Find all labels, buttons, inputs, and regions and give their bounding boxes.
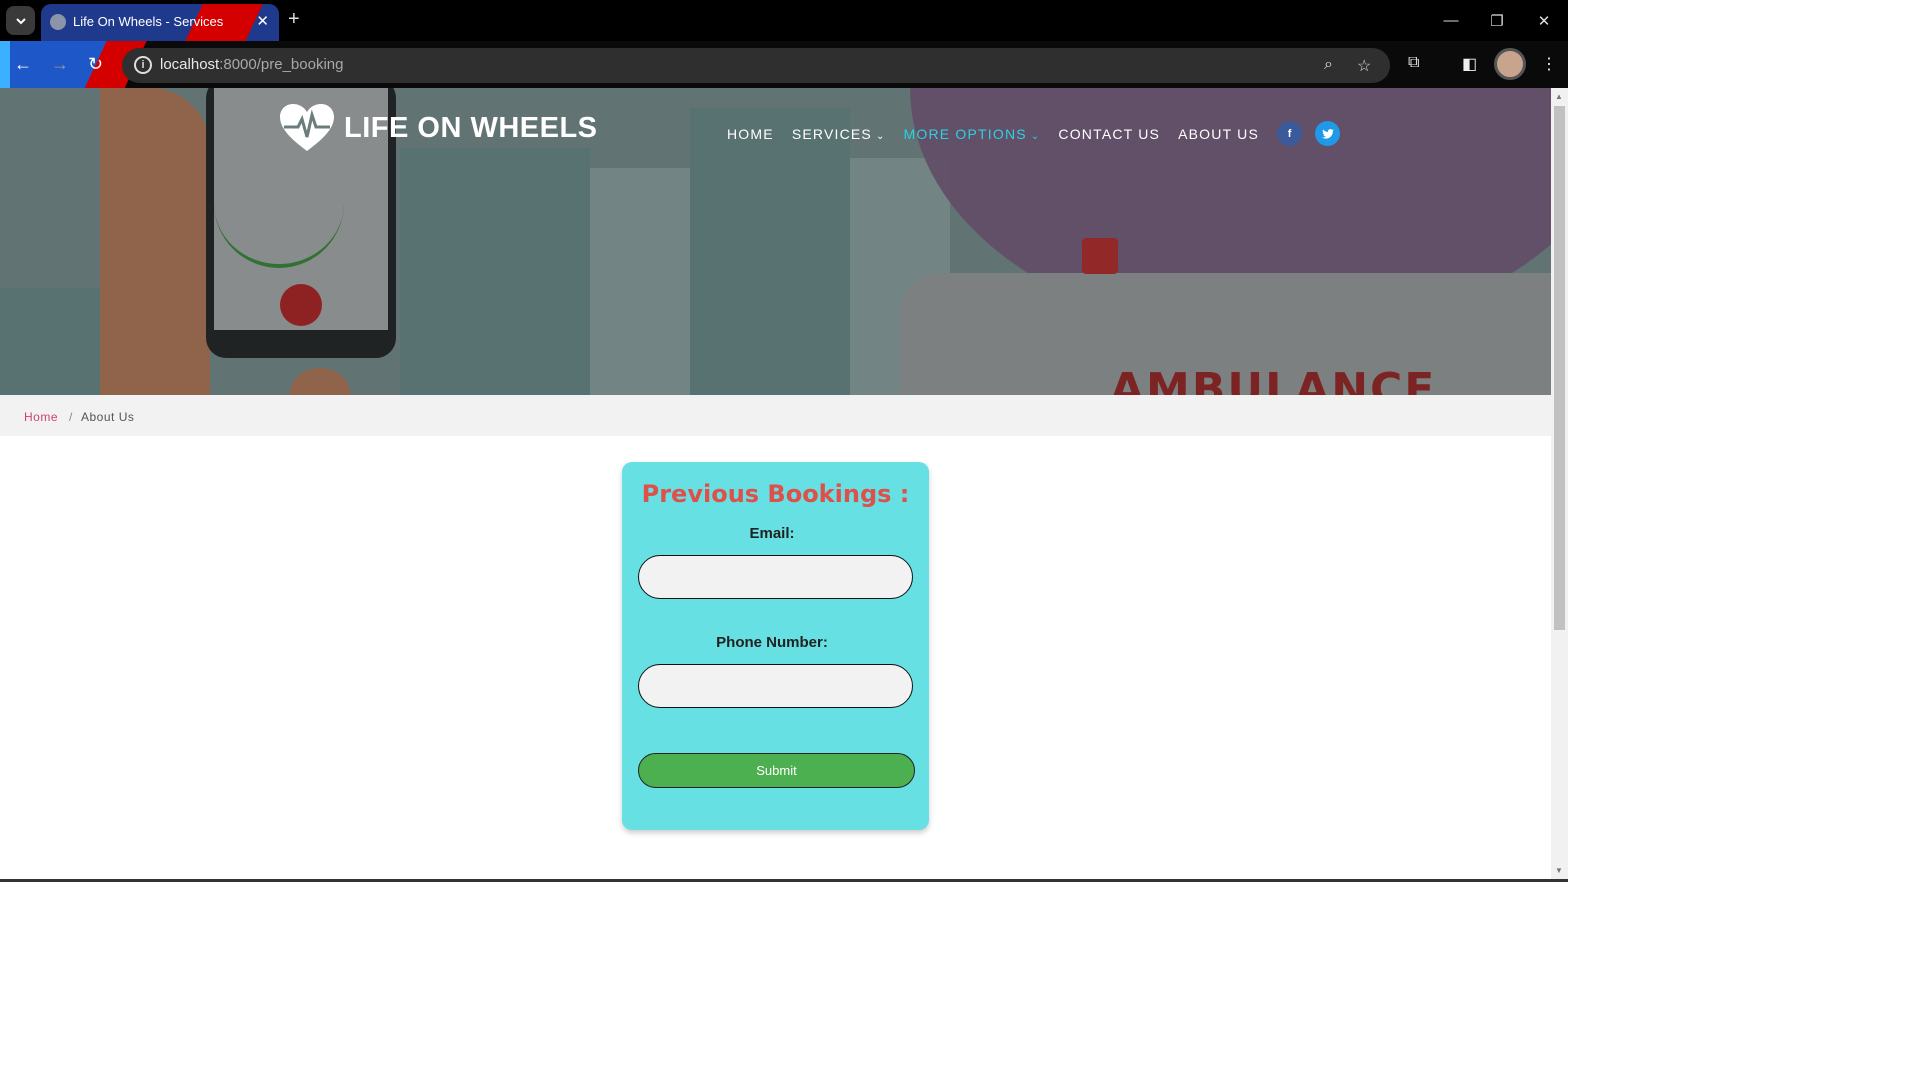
extensions-icon[interactable]: ⧉: [1408, 54, 1419, 72]
url-text[interactable]: localhost:8000/pre_booking: [160, 56, 343, 73]
browser-toolbar: ← → ↻ i localhost:8000/pre_booking ⌕ ☆ ⧉…: [0, 41, 1568, 88]
back-arrow-icon[interactable]: ←: [14, 53, 32, 75]
tab-title: Life On Wheels - Services: [73, 14, 224, 29]
chevron-down-icon: ⌄: [871, 130, 886, 142]
browser-tab-strip: Life On Wheels - Services ✕ + — ❐ ✕: [0, 0, 1568, 41]
address-bar[interactable]: i localhost:8000/pre_booking ⌕ ☆: [122, 48, 1390, 83]
toolbar-theme-art-light: [0, 41, 10, 88]
scroll-up-icon[interactable]: ▲: [1555, 92, 1563, 101]
nav-services[interactable]: SERVICES ⌄: [792, 126, 886, 142]
kebab-menu-icon[interactable]: ⋮: [1541, 54, 1557, 74]
submit-button[interactable]: Submit: [638, 753, 915, 788]
nav-contact-us[interactable]: CONTACT US: [1058, 126, 1160, 142]
card-title: Previous Bookings :: [641, 480, 910, 508]
twitter-icon[interactable]: [1315, 121, 1341, 146]
nav-more-options[interactable]: MORE OPTIONS ⌄: [904, 126, 1041, 142]
nav-more-options-label: MORE OPTIONS: [903, 125, 1027, 142]
email-field[interactable]: [638, 555, 913, 599]
breadcrumb-separator: /: [69, 410, 73, 424]
hero-banner: AMBULANCE LIFE ON WHEELS HOME SERVICES ⌄…: [0, 88, 1551, 395]
scroll-down-icon[interactable]: ▼: [1555, 866, 1563, 875]
chevron-down-icon: [15, 17, 26, 24]
bookmark-star-icon[interactable]: ☆: [1357, 56, 1371, 76]
reload-icon[interactable]: ↻: [88, 53, 103, 75]
forward-arrow-icon[interactable]: →: [51, 53, 69, 75]
main-nav: HOME SERVICES ⌄ MORE OPTIONS ⌄ CONTACT U…: [727, 121, 1353, 146]
page-scrollbar[interactable]: ▲ ▼: [1551, 88, 1568, 882]
minimize-icon[interactable]: —: [1428, 0, 1474, 41]
tab-search-button[interactable]: [6, 6, 35, 35]
nav-home[interactable]: HOME: [727, 126, 774, 142]
breadcrumb-current: About Us: [81, 410, 135, 424]
close-icon[interactable]: ✕: [256, 12, 269, 30]
chevron-down-icon: ⌄: [1026, 130, 1041, 142]
restore-icon[interactable]: ❐: [1474, 0, 1520, 41]
site-logo-text: LIFE ON WHEELS: [344, 111, 598, 144]
phone-number-field[interactable]: [638, 664, 913, 708]
site-logo[interactable]: LIFE ON WHEELS: [278, 103, 598, 153]
site-info-icon[interactable]: i: [134, 56, 152, 74]
breadcrumb-home-link[interactable]: Home: [24, 410, 58, 424]
side-panel-icon[interactable]: ◧: [1462, 54, 1477, 74]
scrollbar-thumb[interactable]: [1554, 106, 1565, 630]
email-label: Email:: [749, 525, 795, 542]
bottom-divider: [0, 879, 1568, 882]
previous-bookings-card: Previous Bookings : Email: Phone Number:…: [622, 462, 929, 830]
profile-avatar[interactable]: [1494, 48, 1526, 80]
phone-label: Phone Number:: [716, 634, 828, 651]
nav-about-us[interactable]: ABOUT US: [1178, 126, 1259, 142]
twitter-bird-icon: [1321, 128, 1334, 139]
zoom-icon[interactable]: ⌕: [1324, 56, 1333, 74]
nav-services-label: SERVICES: [791, 125, 872, 142]
facebook-icon[interactable]: f: [1277, 121, 1303, 146]
new-tab-plus-icon[interactable]: +: [288, 9, 300, 29]
breadcrumb: Home / About Us: [0, 395, 1551, 436]
window-close-icon[interactable]: ✕: [1521, 0, 1567, 41]
globe-icon: [50, 14, 66, 30]
heart-pulse-icon: [280, 104, 334, 151]
active-tab[interactable]: Life On Wheels - Services ✕: [41, 4, 279, 41]
